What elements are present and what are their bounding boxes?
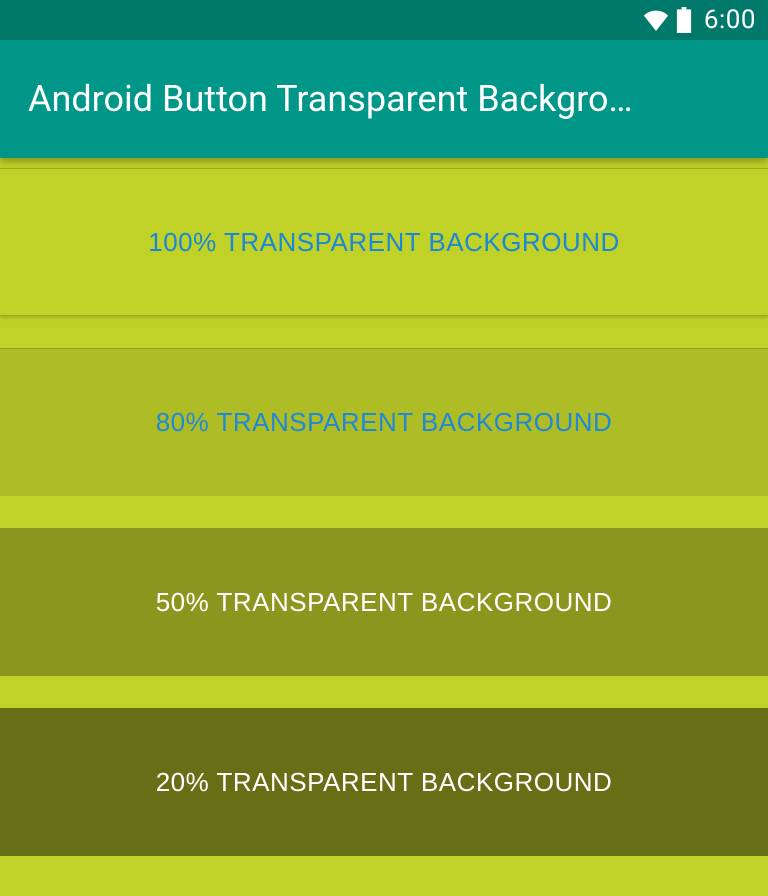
- transparent-50-button[interactable]: 50% TRANSPARENT BACKGROUND: [0, 528, 768, 676]
- status-icons: 6:00: [642, 5, 756, 35]
- transparent-100-button[interactable]: 100% TRANSPARENT BACKGROUND: [0, 168, 768, 316]
- content-area: 100% TRANSPARENT BACKGROUND 80% TRANSPAR…: [0, 158, 768, 856]
- battery-icon: [676, 7, 692, 33]
- status-bar: 6:00: [0, 0, 768, 40]
- button-label: 100% TRANSPARENT BACKGROUND: [148, 227, 620, 258]
- status-clock: 6:00: [704, 5, 756, 35]
- button-label: 80% TRANSPARENT BACKGROUND: [156, 407, 613, 438]
- app-bar: Android Button Transparent Backgro…: [0, 40, 768, 158]
- wifi-icon: [642, 9, 670, 31]
- transparent-80-button[interactable]: 80% TRANSPARENT BACKGROUND: [0, 348, 768, 496]
- button-label: 20% TRANSPARENT BACKGROUND: [156, 767, 613, 798]
- app-title: Android Button Transparent Backgro…: [28, 78, 633, 120]
- transparent-20-button[interactable]: 20% TRANSPARENT BACKGROUND: [0, 708, 768, 856]
- button-label: 50% TRANSPARENT BACKGROUND: [156, 587, 613, 618]
